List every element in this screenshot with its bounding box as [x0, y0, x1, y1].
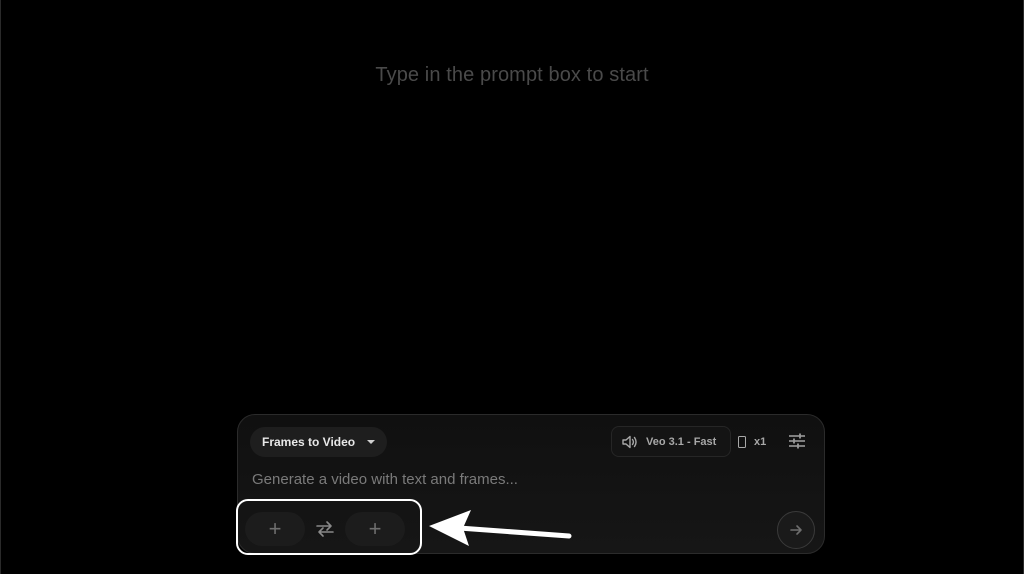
end-frame-add-button[interactable]: + — [345, 512, 405, 546]
output-count-label: x1 — [754, 436, 767, 448]
prompt-input[interactable]: Generate a video with text and frames... — [252, 471, 518, 488]
prompt-box: Frames to Video Veo 3.1 - Fast x1 Genera… — [237, 414, 825, 554]
mode-label: Frames to Video — [262, 435, 356, 449]
model-selector-button[interactable]: Veo 3.1 - Fast — [611, 426, 732, 457]
mode-dropdown-button[interactable]: Frames to Video — [250, 427, 388, 457]
sliders-icon[interactable] — [787, 431, 807, 451]
speaker-icon — [622, 435, 637, 448]
frame-inputs: + + — [245, 511, 405, 547]
swap-frames-button[interactable] — [311, 515, 339, 543]
chevron-down-icon — [367, 440, 376, 444]
model-label: Veo 3.1 - Fast — [646, 435, 717, 448]
swap-arrows-icon — [316, 521, 334, 537]
empty-state-hint: Type in the prompt box to start — [375, 64, 649, 86]
plus-icon: + — [368, 516, 382, 541]
arrow-right-icon — [790, 525, 802, 535]
aspect-ratio-count-button[interactable]: x1 — [738, 433, 766, 451]
submit-button[interactable] — [777, 511, 815, 549]
portrait-ratio-icon — [738, 436, 746, 448]
start-frame-add-button[interactable]: + — [245, 512, 305, 546]
app-canvas: Type in the prompt box to start Frames t… — [0, 0, 1024, 574]
plus-icon: + — [268, 516, 282, 541]
